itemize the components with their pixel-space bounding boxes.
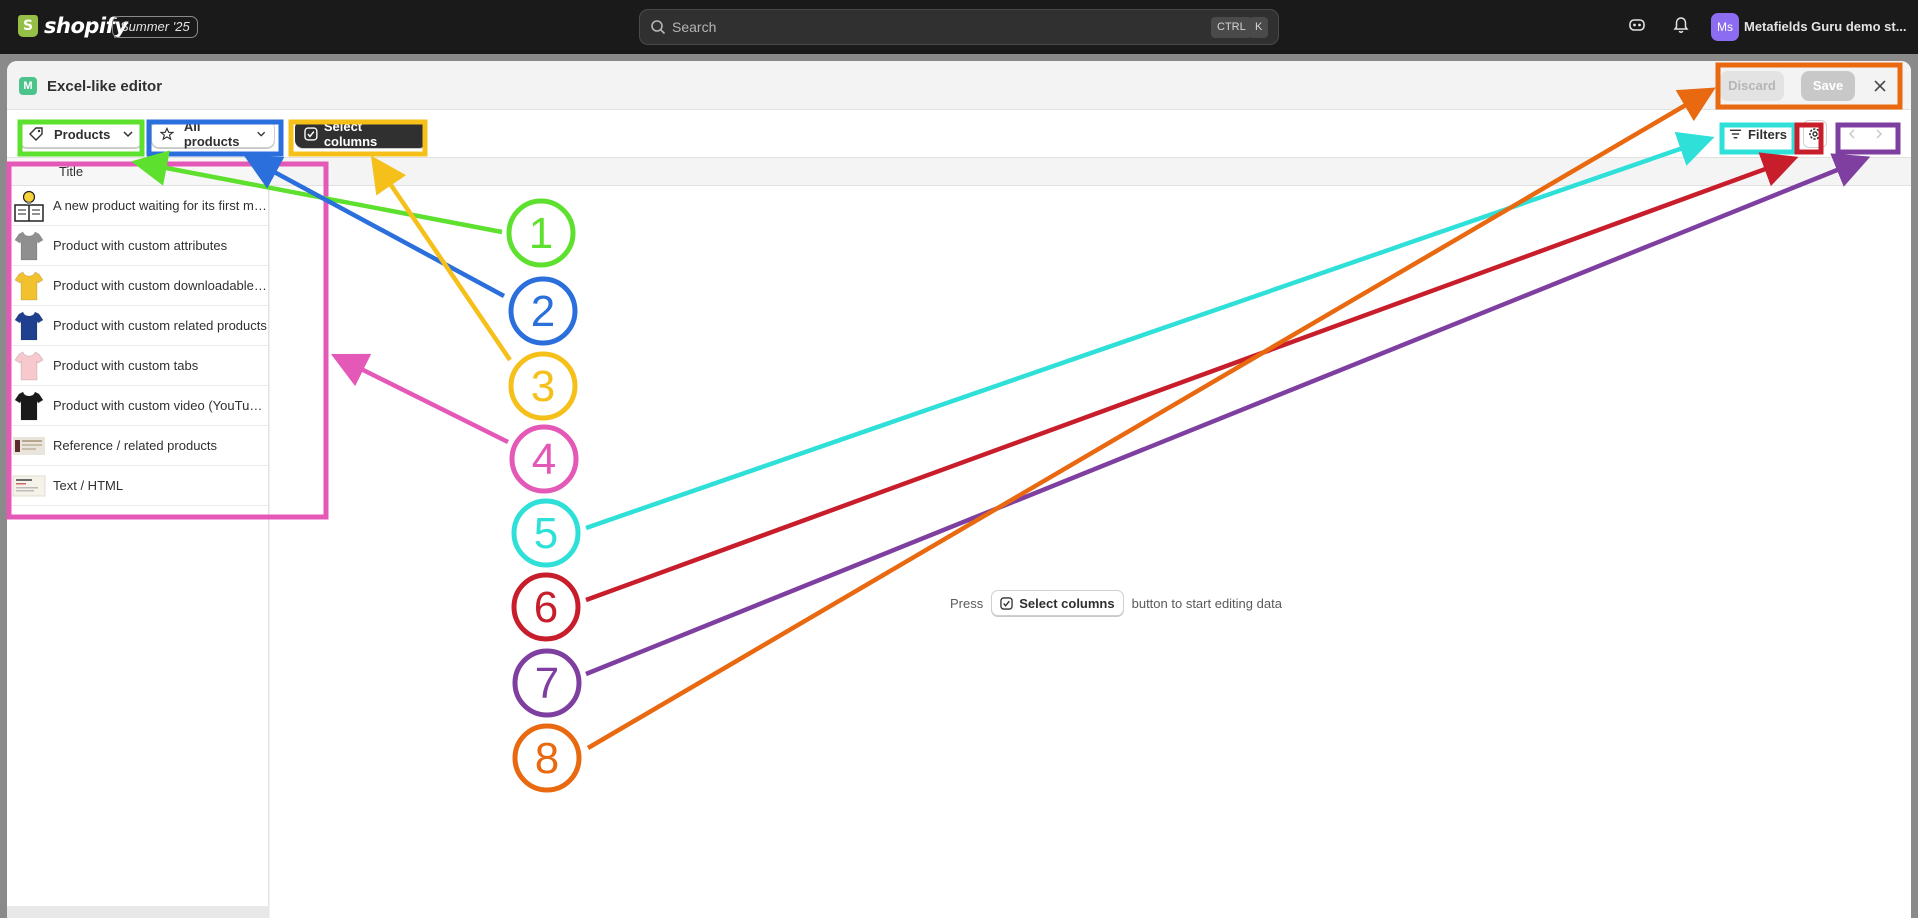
filter-lines-icon xyxy=(1729,129,1742,139)
empty-state-suffix: button to start editing data xyxy=(1131,595,1282,611)
table-row[interactable]: Reference / related products xyxy=(7,426,268,466)
filters-label: Filters xyxy=(1747,126,1787,142)
pink-tshirt-icon xyxy=(11,348,47,384)
inline-select-columns-button[interactable]: Select columns xyxy=(991,590,1124,616)
chevron-down-icon xyxy=(123,131,133,138)
search-input[interactable]: Search CTRL K xyxy=(639,9,1279,45)
product-title: Product with custom attributes xyxy=(53,238,228,253)
edition-badge: Summer '25 xyxy=(112,16,198,38)
sidekick-icon[interactable] xyxy=(1628,16,1646,34)
bell-icon[interactable] xyxy=(1672,16,1690,34)
table-row[interactable]: Text / HTML xyxy=(7,466,268,506)
previous-page-button[interactable] xyxy=(1838,120,1865,148)
chevron-down-icon xyxy=(256,131,265,137)
product-title: Text / HTML xyxy=(53,478,124,493)
avatar[interactable]: Ms xyxy=(1711,13,1739,41)
book-lightbulb-icon xyxy=(11,188,47,224)
checkbox-icon xyxy=(1000,596,1013,610)
tag-icon xyxy=(29,127,43,141)
table-row[interactable]: Product with custom related products xyxy=(7,306,268,346)
resource-type-dropdown[interactable]: Products xyxy=(19,120,143,148)
chevron-right-icon xyxy=(1875,129,1882,139)
app-icon: M xyxy=(19,77,37,95)
column-header-title[interactable]: Title xyxy=(7,158,268,186)
saved-view-label: All products xyxy=(183,119,240,149)
products-list: Title A new product waiting for its firs… xyxy=(7,158,269,918)
excel-editor-modal: M Excel-like editor Discard Save Product… xyxy=(7,61,1911,918)
gray-tshirt-icon xyxy=(11,228,47,264)
text-thumbnail xyxy=(11,468,47,504)
yellow-tshirt-icon xyxy=(11,268,47,304)
empty-state-prefix: Press xyxy=(950,595,984,611)
chevron-left-icon xyxy=(1848,129,1855,139)
product-title: Product with custom related products xyxy=(53,318,267,333)
gear-icon xyxy=(1809,128,1821,140)
modal-header: M Excel-like editor Discard Save xyxy=(7,61,1911,110)
shopify-bag-icon xyxy=(18,15,38,37)
data-grid: Press Select columns button to start edi… xyxy=(270,158,1911,918)
settings-button[interactable] xyxy=(1803,120,1827,148)
modal-title: Excel-like editor xyxy=(47,78,163,95)
table-row[interactable]: Product with custom tabs xyxy=(7,346,268,386)
modal-backdrop: M Excel-like editor Discard Save Product… xyxy=(0,54,1918,918)
select-columns-button[interactable]: Select columns xyxy=(295,119,427,149)
table-row[interactable]: A new product waiting for its first meta… xyxy=(7,186,268,226)
checkbox-icon xyxy=(304,127,318,141)
shortcut-ctrl: CTRL xyxy=(1211,17,1252,38)
top-bar: shopify Summer '25 Search CTRL K Ms Meta… xyxy=(0,0,1918,54)
shortcut-k: K xyxy=(1249,17,1269,38)
product-title: Product with custom downloadable (PD... xyxy=(53,278,267,293)
search-placeholder: Search xyxy=(672,19,717,35)
product-title: A new product waiting for its first meta… xyxy=(53,198,267,213)
horizontal-scrollbar[interactable] xyxy=(7,906,269,918)
table-row[interactable]: Product with custom attributes xyxy=(7,226,268,266)
saved-view-dropdown[interactable]: All products xyxy=(151,119,275,149)
close-icon[interactable] xyxy=(1869,75,1891,97)
grid-header xyxy=(270,158,1911,186)
search-icon xyxy=(651,20,666,35)
store-name[interactable]: Metafields Guru demo st... xyxy=(1744,19,1907,34)
product-title: Product with custom tabs xyxy=(53,358,199,373)
resource-type-label: Products xyxy=(54,126,111,142)
reference-thumbnail xyxy=(11,428,47,464)
next-page-button[interactable] xyxy=(1865,120,1892,148)
blue-tshirt-icon xyxy=(11,308,47,344)
product-title: Product with custom video (YouTube) xyxy=(53,398,267,413)
empty-state-message: Press Select columns button to start edi… xyxy=(950,590,1282,616)
table-row[interactable]: Product with custom downloadable (PD... xyxy=(7,266,268,306)
save-button[interactable]: Save xyxy=(1801,71,1855,101)
select-columns-label: Select columns xyxy=(323,119,378,149)
star-icon xyxy=(160,126,174,141)
table-row[interactable]: Product with custom video (YouTube) xyxy=(7,386,268,426)
inline-select-columns-label: Select columns xyxy=(1019,595,1115,611)
product-title: Reference / related products xyxy=(53,438,218,453)
filters-button[interactable]: Filters xyxy=(1721,120,1795,148)
black-tshirt-icon xyxy=(11,388,47,424)
discard-button[interactable]: Discard xyxy=(1720,71,1784,101)
pagination xyxy=(1838,120,1892,148)
editor-toolbar: Products All products Select columns Fil… xyxy=(7,110,1911,158)
